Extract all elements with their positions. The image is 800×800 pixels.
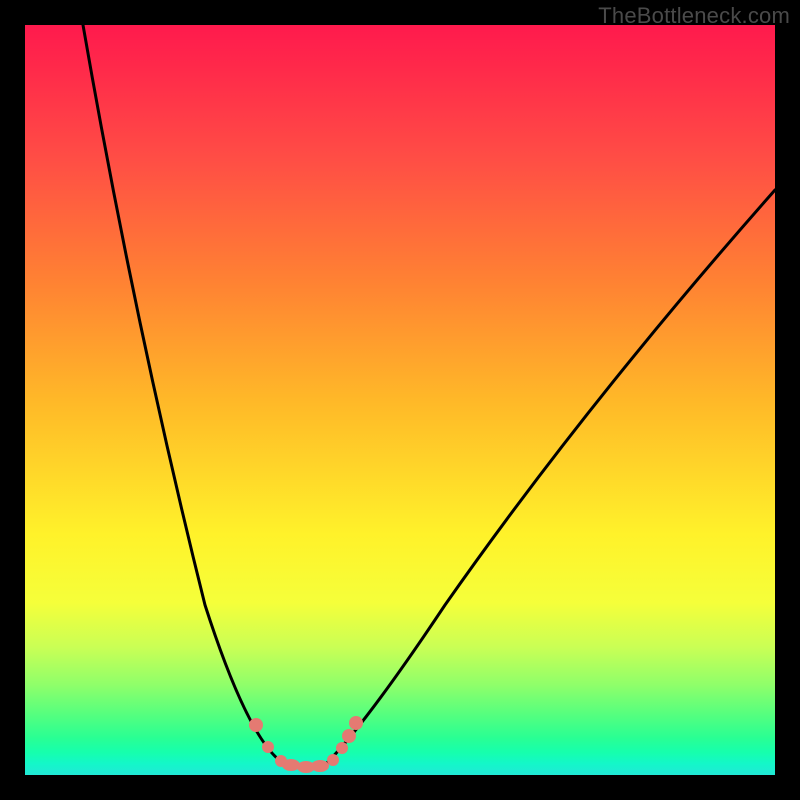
marker-dot bbox=[342, 729, 356, 743]
marker-dot bbox=[336, 742, 348, 754]
marker-dot bbox=[249, 718, 263, 732]
marker-dot bbox=[311, 760, 329, 772]
outer-frame: TheBottleneck.com bbox=[0, 0, 800, 800]
curve-left-branch bbox=[83, 25, 286, 765]
marker-dot bbox=[282, 759, 300, 771]
marker-dot bbox=[262, 741, 274, 753]
chart-svg bbox=[25, 25, 775, 775]
curve-right-branch bbox=[325, 190, 775, 765]
watermark-text: TheBottleneck.com bbox=[598, 3, 790, 29]
marker-dot bbox=[349, 716, 363, 730]
plot-area bbox=[25, 25, 775, 775]
marker-group bbox=[249, 716, 363, 773]
marker-dot bbox=[327, 754, 339, 766]
